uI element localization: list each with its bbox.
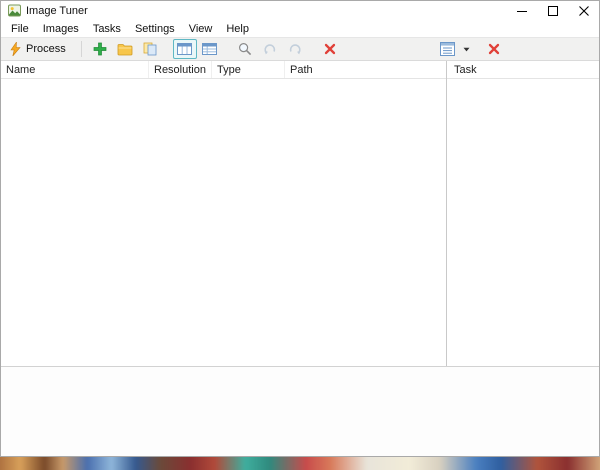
dropdown-caret-icon bbox=[463, 47, 470, 52]
rotate-left-icon bbox=[263, 42, 277, 56]
remove-task-icon bbox=[488, 43, 500, 55]
column-header-task[interactable]: Task bbox=[447, 61, 599, 78]
wallpaper-gradient bbox=[0, 457, 600, 470]
minimize-button[interactable] bbox=[506, 1, 537, 20]
column-header-path[interactable]: Path bbox=[285, 61, 446, 78]
maximize-button[interactable] bbox=[537, 1, 568, 20]
maximize-icon bbox=[548, 6, 558, 16]
copy-icon bbox=[143, 42, 157, 56]
task-toolbar-group bbox=[435, 39, 507, 59]
menu-help[interactable]: Help bbox=[219, 22, 256, 36]
zoom-icon bbox=[238, 42, 252, 56]
window-controls bbox=[506, 1, 599, 20]
desktop-wallpaper-strip bbox=[0, 457, 600, 470]
column-header-type[interactable]: Type bbox=[212, 61, 285, 78]
zoom-button[interactable] bbox=[233, 39, 257, 59]
menu-file[interactable]: File bbox=[4, 22, 36, 36]
app-window: Image Tuner File Images Tasks Settings V… bbox=[0, 0, 600, 457]
column-header-name[interactable]: Name bbox=[1, 61, 149, 78]
thumbnails-view-icon bbox=[177, 43, 192, 55]
task-panel: Task bbox=[446, 61, 599, 366]
copy-button[interactable] bbox=[138, 39, 162, 59]
process-label: Process bbox=[26, 43, 66, 55]
menu-bar: File Images Tasks Settings View Help bbox=[1, 20, 599, 37]
remove-images-icon bbox=[324, 43, 336, 55]
screen: Image Tuner File Images Tasks Settings V… bbox=[0, 0, 600, 470]
file-list-header: Name Resolution Type Path bbox=[1, 61, 446, 79]
window-title: Image Tuner bbox=[26, 5, 88, 17]
add-images-button[interactable] bbox=[88, 39, 112, 59]
file-list-panel: Name Resolution Type Path bbox=[1, 61, 446, 366]
task-panel-header: Task bbox=[447, 61, 599, 79]
rotate-right-icon bbox=[288, 42, 302, 56]
column-header-resolution[interactable]: Resolution bbox=[149, 61, 212, 78]
close-button[interactable] bbox=[568, 1, 599, 20]
task-presets-button[interactable] bbox=[435, 39, 459, 59]
menu-images[interactable]: Images bbox=[36, 22, 86, 36]
task-list[interactable] bbox=[447, 79, 599, 366]
task-presets-dropdown[interactable] bbox=[460, 39, 472, 59]
lightning-icon bbox=[10, 42, 21, 56]
task-presets-icon bbox=[440, 42, 455, 56]
menu-settings[interactable]: Settings bbox=[128, 22, 182, 36]
toolbar: Process bbox=[1, 37, 599, 61]
thumbnails-view-button[interactable] bbox=[173, 39, 197, 59]
add-folder-button[interactable] bbox=[113, 39, 137, 59]
menu-view[interactable]: View bbox=[182, 22, 220, 36]
menu-tasks[interactable]: Tasks bbox=[86, 22, 128, 36]
details-view-icon bbox=[202, 43, 217, 55]
remove-task-button[interactable] bbox=[482, 39, 506, 59]
app-icon bbox=[8, 4, 21, 17]
close-icon bbox=[579, 6, 589, 16]
preview-panel bbox=[1, 366, 599, 456]
rotate-left-button[interactable] bbox=[258, 39, 282, 59]
minimize-icon bbox=[517, 6, 527, 16]
title-bar: Image Tuner bbox=[1, 1, 599, 20]
toolbar-separator bbox=[81, 41, 82, 57]
details-view-button[interactable] bbox=[198, 39, 222, 59]
rotate-right-button[interactable] bbox=[283, 39, 307, 59]
add-images-icon bbox=[93, 42, 107, 56]
add-folder-icon bbox=[117, 43, 133, 56]
process-button[interactable]: Process bbox=[5, 39, 75, 59]
remove-images-button[interactable] bbox=[318, 39, 342, 59]
image-list[interactable] bbox=[1, 79, 446, 366]
content-area: Name Resolution Type Path Task bbox=[1, 61, 599, 366]
